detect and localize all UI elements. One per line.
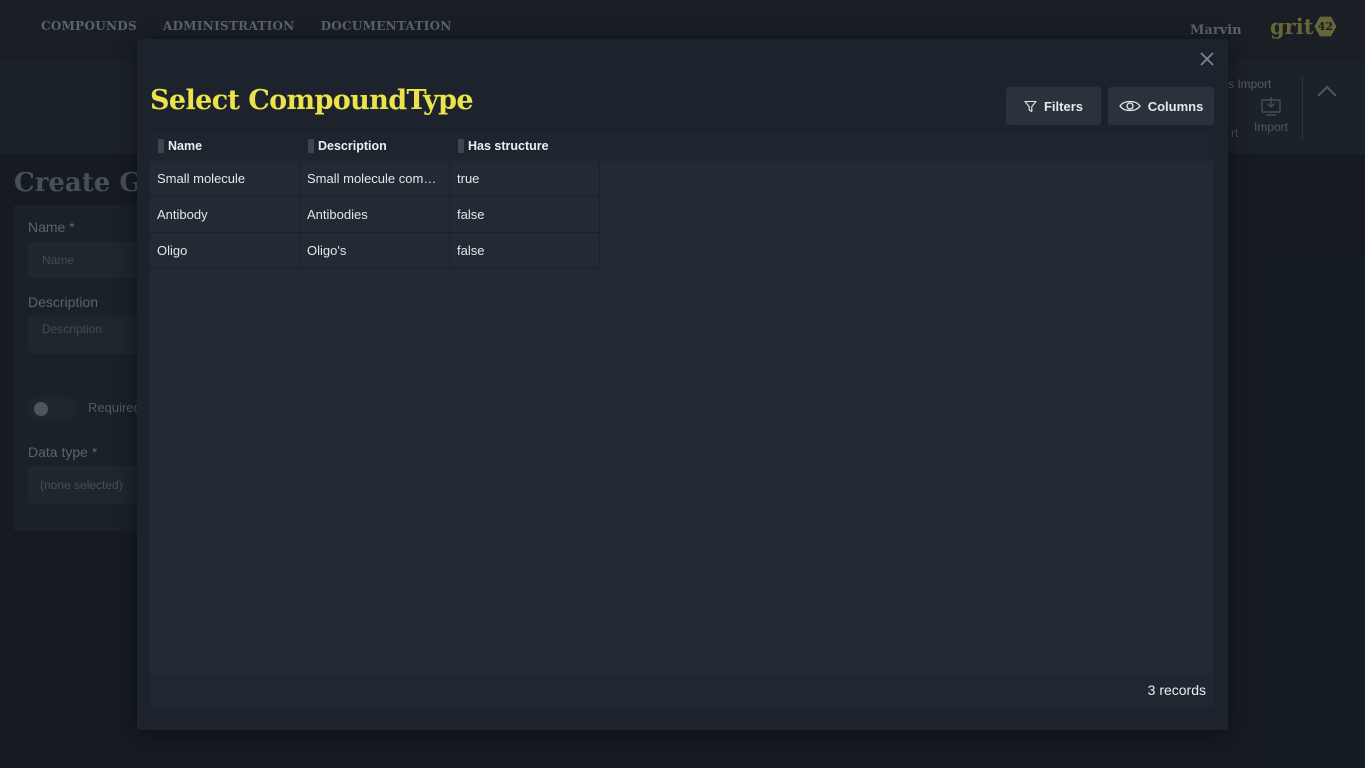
table-row[interactable]: Oligo Oligo's false: [150, 233, 600, 269]
column-drag-handle[interactable]: [308, 139, 314, 153]
column-header-description[interactable]: Description: [300, 131, 450, 161]
cell-has-structure: false: [450, 197, 600, 233]
cell-description: Oligo's: [300, 233, 450, 269]
cell-description: Antibodies: [300, 197, 450, 233]
cell-name: Small molecule: [150, 161, 300, 197]
column-header-name[interactable]: Name: [150, 131, 300, 161]
grid-header: Name Description Has structure: [150, 131, 1214, 161]
cell-has-structure: false: [450, 233, 600, 269]
column-header-label: Name: [168, 139, 203, 153]
compound-type-grid: Name Description Has structure Small mol…: [150, 131, 1214, 708]
cell-has-structure: true: [450, 161, 600, 197]
record-count: 3 records: [1147, 682, 1206, 698]
column-drag-handle[interactable]: [458, 139, 464, 153]
table-row[interactable]: Antibody Antibodies false: [150, 197, 600, 233]
eye-icon: [1118, 100, 1141, 112]
filters-button-label: Filters: [1043, 98, 1083, 114]
cell-name: Oligo: [150, 233, 300, 269]
filter-icon: [1024, 100, 1037, 112]
columns-button-label: Columns: [1147, 98, 1204, 114]
grid-footer: 3 records: [150, 674, 1214, 708]
dialog-title: Select CompoundType: [150, 85, 474, 116]
close-button[interactable]: [1199, 51, 1215, 67]
filters-button[interactable]: Filters: [1006, 87, 1101, 125]
cell-description: Small molecule com…: [300, 161, 450, 197]
columns-button[interactable]: Columns: [1108, 87, 1214, 125]
column-header-label: Has structure: [468, 139, 549, 153]
column-header-label: Description: [318, 139, 387, 153]
table-row[interactable]: Small molecule Small molecule com… true: [150, 161, 600, 197]
cell-name: Antibody: [150, 197, 300, 233]
column-header-has-structure[interactable]: Has structure: [450, 131, 600, 161]
select-compound-type-dialog: Select CompoundType Filters Columns Name…: [137, 39, 1228, 730]
close-icon: [1200, 52, 1214, 66]
column-drag-handle[interactable]: [158, 139, 164, 153]
